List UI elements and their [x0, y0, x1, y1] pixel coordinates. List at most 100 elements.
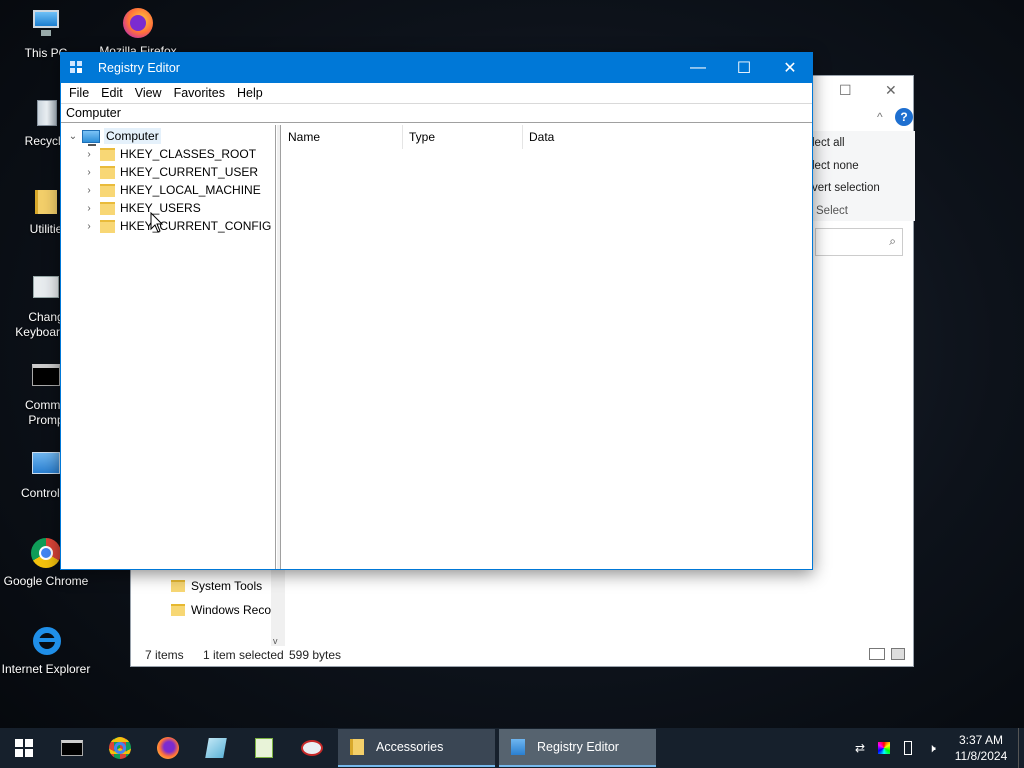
taskbar-button-label: Accessories — [376, 740, 444, 754]
taskbar-button-registry-editor[interactable]: Registry Editor — [499, 729, 656, 767]
tree-item-label: HKEY_CURRENT_USER — [120, 165, 259, 179]
tree-item-computer[interactable]: ⌄ Computer — [66, 127, 161, 146]
folder-icon — [350, 739, 364, 755]
notepad-icon — [205, 738, 227, 758]
chevron-right-icon[interactable]: › — [82, 185, 96, 196]
pane-splitter[interactable] — [277, 125, 281, 569]
tree-item-hkey-current-user[interactable]: › HKEY_CURRENT_USER — [82, 163, 258, 181]
color-icon[interactable] — [872, 728, 896, 768]
select-none-button[interactable]: lect none — [812, 160, 859, 172]
window-title: Registry Editor — [98, 61, 180, 75]
chevron-down-icon[interactable]: ⌄ — [66, 131, 80, 142]
tree-item-label: HKEY_LOCAL_MACHINE — [120, 183, 261, 197]
taskbar-command-prompt[interactable] — [48, 728, 96, 768]
tree-item-label: HKEY_CURRENT_CONFIG — [120, 219, 272, 233]
status-item-count: 7 items — [145, 648, 184, 662]
internet-explorer-icon — [29, 624, 63, 658]
status-size: 599 bytes — [289, 648, 342, 662]
menu-help[interactable]: Help — [231, 86, 269, 100]
volume-muted-icon[interactable]: 🕨 — [920, 728, 944, 768]
taskbar-paint[interactable] — [288, 728, 336, 768]
chevron-right-icon[interactable]: › — [82, 149, 96, 160]
column-header-data[interactable]: Data — [523, 125, 643, 149]
folder-icon — [100, 219, 115, 233]
start-button[interactable] — [0, 728, 48, 768]
terminal-icon — [61, 740, 83, 756]
folder-icon — [100, 165, 115, 179]
folder-label: Windows Reco — [191, 603, 272, 617]
folder-icon — [100, 147, 115, 161]
taskbar-firefox[interactable] — [144, 728, 192, 768]
desktop-icon-label: Internet Explorer — [1, 662, 91, 676]
list-item[interactable]: System Tools — [171, 576, 262, 596]
menu-view[interactable]: View — [129, 86, 168, 100]
windows-logo-icon — [15, 739, 33, 757]
large-icons-view-icon[interactable] — [891, 648, 905, 660]
chevron-up-icon[interactable]: ^ — [877, 110, 883, 124]
network-icon[interactable]: ⇄ — [848, 728, 872, 768]
usb-icon[interactable] — [896, 728, 920, 768]
system-tray: ⇄ 🕨 3:37 AM 11/8/2024 — [848, 728, 1024, 768]
folder-icon — [100, 183, 115, 197]
tree-item-label: Computer — [104, 128, 161, 144]
taskbar-chrome[interactable] — [96, 728, 144, 768]
folder-icon — [171, 580, 185, 592]
chevron-right-icon[interactable]: › — [82, 167, 96, 178]
keyboard-settings-icon — [29, 272, 63, 306]
menu-edit[interactable]: Edit — [95, 86, 129, 100]
registry-editor-icon — [511, 739, 525, 755]
registry-editor-icon — [70, 61, 84, 75]
list-item[interactable]: Windows Reco — [171, 600, 271, 620]
menu-file[interactable]: File — [63, 86, 95, 100]
registry-editor-window[interactable]: Registry Editor — ☐ ✕ File Edit View Fav… — [60, 52, 813, 570]
column-header-type[interactable]: Type — [403, 124, 523, 149]
paint-icon — [301, 740, 323, 756]
chevron-right-icon[interactable]: › — [82, 203, 96, 214]
address-bar[interactable]: Computer — [61, 103, 812, 123]
explorer-scrollbar[interactable]: v — [271, 566, 285, 646]
clock-date: 11/8/2024 — [954, 749, 1008, 763]
menu-bar: File Edit View Favorites Help — [61, 83, 812, 103]
menu-favorites[interactable]: Favorites — [168, 86, 231, 100]
explorer-ribbon-select-group: lect all lect none vert selection Select — [811, 131, 915, 221]
tree-item-hkey-local-machine[interactable]: › HKEY_LOCAL_MACHINE — [82, 181, 261, 199]
taskbar-button-label: Registry Editor — [537, 740, 619, 754]
tree-item-hkey-current-config[interactable]: › HKEY_CURRENT_CONFIG — [82, 217, 271, 235]
invert-selection-button[interactable]: vert selection — [812, 182, 880, 194]
title-bar[interactable]: Registry Editor — ☐ ✕ — [61, 53, 812, 83]
details-view-icon[interactable] — [869, 648, 885, 660]
recycle-bin-icon — [29, 96, 63, 130]
explorer-close-icon[interactable]: ✕ — [885, 82, 897, 99]
terminal-icon — [29, 360, 63, 394]
minimize-button[interactable]: — — [675, 53, 721, 83]
help-icon[interactable]: ? — [895, 108, 913, 126]
chevron-right-icon[interactable]: › — [82, 221, 96, 232]
maximize-button[interactable]: ☐ — [721, 53, 767, 83]
taskbar-notepad-plus[interactable] — [240, 728, 288, 768]
taskbar-notepad[interactable] — [192, 728, 240, 768]
select-group-label: Select — [816, 205, 848, 217]
registry-tree: ⌄ Computer › HKEY_CLASSES_ROOT › HKEY_CU… — [62, 125, 276, 569]
explorer-maximize-icon[interactable]: ☐ — [839, 82, 852, 99]
show-desktop-button[interactable] — [1018, 728, 1024, 768]
desktop-icon-internet-explorer[interactable]: Internet Explorer — [0, 624, 92, 677]
clock[interactable]: 3:37 AM 11/8/2024 — [944, 732, 1018, 764]
select-all-button[interactable]: lect all — [812, 137, 845, 149]
control-panel-icon — [29, 448, 63, 482]
tree-item-hkey-classes-root[interactable]: › HKEY_CLASSES_ROOT — [82, 145, 256, 163]
status-selection: 1 item selected — [203, 648, 284, 662]
folder-icon — [29, 184, 63, 218]
explorer-search-input[interactable]: ⌕ — [815, 228, 903, 256]
search-icon: ⌕ — [889, 234, 896, 248]
values-list[interactable]: Name Type Data — [282, 124, 812, 569]
taskbar-button-accessories[interactable]: Accessories — [338, 729, 495, 767]
chevron-down-icon[interactable]: v — [273, 636, 278, 646]
column-header-name[interactable]: Name — [282, 124, 403, 149]
chrome-icon — [29, 536, 63, 570]
firefox-icon — [121, 6, 155, 40]
taskbar: Accessories Registry Editor ⇄ 🕨 3:37 AM … — [0, 728, 1024, 768]
tree-item-hkey-users[interactable]: › HKEY_USERS — [82, 199, 200, 217]
mouse-cursor-icon — [150, 212, 164, 233]
close-button[interactable]: ✕ — [767, 53, 813, 83]
folder-label: System Tools — [191, 579, 263, 593]
